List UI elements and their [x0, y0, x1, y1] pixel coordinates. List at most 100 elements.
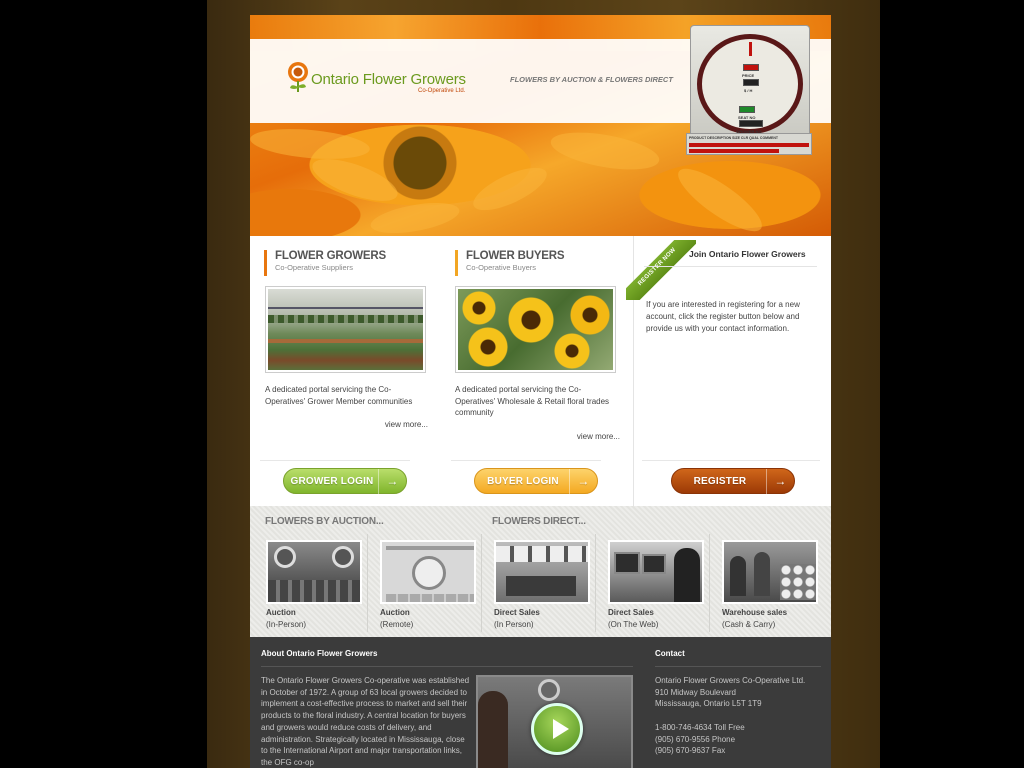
warehouse-photo	[722, 540, 818, 604]
divider	[261, 666, 633, 667]
petal	[368, 197, 462, 236]
contact-city: Mississauga, Ontario L5T 1T9	[655, 699, 762, 709]
growers-title: FLOWER GROWERS	[275, 250, 386, 262]
photo-seats	[268, 580, 360, 602]
service-subtitle: (Remote)	[380, 620, 414, 629]
video-person	[478, 691, 508, 768]
growers-view-more-link[interactable]: view more...	[385, 420, 428, 429]
greenhouse-photo-fill	[268, 289, 423, 370]
service-auction-remote[interactable]: Auction (Remote)	[370, 534, 482, 632]
photo-clock	[332, 546, 354, 568]
photo-sunflower	[508, 297, 554, 343]
clock-display	[739, 120, 763, 127]
service-subtitle: (Cash & Carry)	[722, 620, 776, 629]
header-banner: Ontario Flower Growers Co-Operative Ltd.…	[250, 15, 831, 236]
photo-sunflower	[554, 333, 590, 369]
clock-hand	[749, 42, 752, 56]
sunflower-photo	[455, 286, 616, 373]
play-icon[interactable]	[531, 703, 583, 755]
divider	[642, 460, 820, 461]
join-column: REGISTER NOW Join Ontario Flower Growers…	[626, 236, 831, 506]
buyer-login-label: BUYER LOGIN	[487, 476, 559, 487]
buyers-heading: FLOWER BUYERS Co-Operative Buyers	[455, 250, 565, 276]
photo-person	[754, 552, 770, 596]
photo-clock	[412, 556, 446, 590]
ribbon-band	[626, 240, 696, 300]
buyers-view-more-link[interactable]: view more...	[577, 432, 620, 441]
grower-login-label: GROWER LOGIN	[290, 476, 374, 487]
service-title: Direct Sales	[494, 608, 540, 617]
service-warehouse[interactable]: Warehouse sales (Cash & Carry)	[712, 534, 824, 632]
buyers-description: A dedicated portal servicing the Co-Oper…	[455, 385, 610, 417]
photo-desk	[506, 576, 576, 596]
service-direct-web[interactable]: Direct Sales (On The Web)	[598, 534, 710, 632]
photo-clock	[274, 546, 296, 568]
page-margin-right	[880, 0, 1024, 768]
petal	[548, 125, 662, 177]
service-subtitle: (In Person)	[494, 620, 534, 629]
arrow-right-icon: →	[378, 469, 406, 495]
site-page: Ontario Flower Growers Co-Operative Ltd.…	[250, 15, 831, 768]
remote-auction-screenshot	[380, 540, 476, 604]
photo-sunflower	[570, 295, 610, 335]
growers-heading: FLOWER GROWERS Co-Operative Suppliers	[264, 250, 386, 276]
contact-toll-free[interactable]: 1-800-746-4634 Toll Free	[655, 722, 825, 734]
photo-sunflower	[462, 291, 496, 325]
arrow-right-icon: →	[766, 469, 794, 495]
logo-subtitle: Co-Operative Ltd.	[418, 88, 466, 94]
about-video[interactable]	[476, 675, 633, 768]
divider	[451, 460, 601, 461]
service-title: Auction	[266, 608, 296, 617]
buyers-column: FLOWER BUYERS Co-Operative Buyers A dedi…	[441, 236, 633, 506]
photo-monitor	[642, 554, 666, 574]
register-now-ribbon[interactable]: REGISTER NOW	[626, 240, 696, 300]
photo-sunflower	[468, 327, 508, 367]
photo-beam	[268, 307, 423, 309]
web-sales-photo	[608, 540, 704, 604]
divider	[655, 666, 821, 667]
buyers-title: FLOWER BUYERS	[466, 250, 565, 262]
clock-label: PRICE	[742, 73, 755, 78]
register-button[interactable]: REGISTER →	[671, 468, 795, 495]
greenhouse-photo	[265, 286, 426, 373]
photo-person	[730, 556, 746, 596]
clock-display	[743, 64, 759, 71]
footer: About Ontario Flower Growers The Ontario…	[250, 637, 831, 768]
photo-table	[386, 594, 474, 602]
services-strip: FLOWERS BY AUCTION... FLOWERS DIRECT... …	[250, 506, 831, 637]
buyers-subtitle: Co-Operative Buyers	[466, 263, 537, 272]
petal	[307, 150, 403, 210]
join-title: Join Ontario Flower Growers	[689, 249, 806, 259]
auction-clock-image: PRICE $ / H SEAT NO GROWER NO	[690, 25, 810, 141]
contact-company: Ontario Flower Growers Co-Operative Ltd.	[655, 676, 806, 685]
divider	[260, 460, 410, 461]
arrow-right-icon: →	[569, 469, 597, 495]
direct-heading: FLOWERS DIRECT...	[492, 516, 586, 527]
clock-panel-caption: PRODUCT DESCRIPTION SIZE CLR QUAL COMMEN…	[689, 136, 778, 140]
auction-clock-panel: PRODUCT DESCRIPTION SIZE CLR QUAL COMMEN…	[686, 133, 812, 155]
contact-phone[interactable]: (905) 670-9556 Phone	[655, 734, 825, 746]
growers-column: FLOWER GROWERS Co-Operative Suppliers A …	[250, 236, 441, 506]
header-tagline: FLOWERS BY AUCTION & FLOWERS DIRECT	[510, 75, 673, 84]
petal	[250, 124, 371, 164]
photo-person	[674, 548, 700, 602]
clock-panel-row	[689, 143, 809, 147]
service-direct-in-person[interactable]: Direct Sales (In Person)	[484, 534, 596, 632]
service-auction-in-person[interactable]: Auction (In-Person)	[256, 534, 368, 632]
sunflower-logo-icon[interactable]	[286, 61, 310, 93]
photo-toolbar	[386, 546, 474, 550]
growers-subtitle: Co-Operative Suppliers	[275, 263, 353, 272]
service-subtitle: (On The Web)	[608, 620, 659, 629]
logo-title[interactable]: Ontario Flower Growers	[311, 71, 466, 88]
petal	[670, 159, 770, 236]
contact-spacer	[655, 710, 825, 722]
video-clock	[538, 679, 560, 701]
contact-title: Contact	[655, 649, 685, 658]
grower-login-button[interactable]: GROWER LOGIN →	[283, 468, 407, 495]
photo-monitor	[614, 552, 640, 574]
sunflower-photo-fill	[458, 289, 613, 370]
service-title: Auction	[380, 608, 410, 617]
buyer-login-button[interactable]: BUYER LOGIN →	[474, 468, 598, 495]
contact-details: Ontario Flower Growers Co-Operative Ltd.…	[655, 675, 825, 757]
service-title: Warehouse sales	[722, 608, 788, 617]
